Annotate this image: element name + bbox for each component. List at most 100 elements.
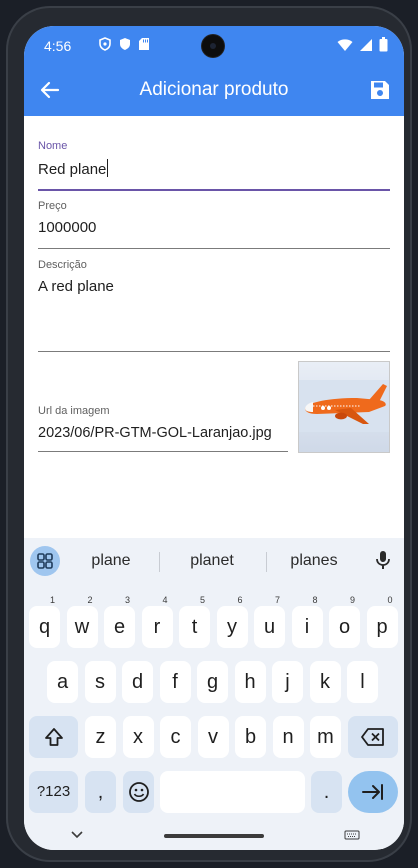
key-p[interactable]: p0 [366,595,398,648]
status-time: 4:56 [44,38,72,54]
page-title: Adicionar produto [139,79,289,100]
suggestion-divider [266,552,267,572]
key-label: y [227,616,237,638]
key-d[interactable]: d [122,661,153,703]
key-label: e [113,616,126,638]
key-h[interactable]: h [234,661,266,703]
front-camera [202,35,224,57]
sd-card-icon [139,38,149,50]
grid-icon [37,553,53,569]
suggestion-1[interactable]: plane [66,552,156,570]
price-label: Preço [38,200,67,212]
key-f[interactable]: f [159,661,191,703]
key-q[interactable]: q1 [29,595,60,648]
emoji-key[interactable] [123,771,154,813]
image-url-input[interactable]: 2023/06/PR-GTM-GOL-Laranjao.jpg [38,425,288,441]
key-o[interactable]: o9 [329,595,360,648]
product-image-preview [298,361,390,453]
shift-icon [44,728,63,746]
key-label: r [153,616,161,638]
backspace-icon [361,728,384,746]
key-label: q [38,616,51,638]
phone-frame: 4:56 Adicionar produto Nome Red plane Pr… [6,6,412,862]
key-label: p [376,616,388,638]
key-w[interactable]: w2 [66,595,98,648]
wifi-icon [337,38,353,51]
space-key[interactable] [160,771,305,813]
screen: 4:56 Adicionar produto Nome Red plane Pr… [24,26,404,850]
text-cursor [107,159,109,177]
price-input[interactable]: 1000000 [38,219,390,236]
shift-key[interactable] [29,716,78,758]
key-label: w [74,616,90,638]
key-s[interactable]: s [84,661,116,703]
navigation-bar [24,826,404,850]
key-c[interactable]: c [160,716,191,758]
key-label: t [191,616,198,638]
status-system-icons [337,37,388,52]
key-number-hint: 6 [237,595,243,605]
description-underline [38,351,390,352]
description-input[interactable]: A red plane [38,278,390,295]
key-label: o [338,616,351,638]
emoji-icon [128,782,149,802]
description-field[interactable]: Descrição A red plane [38,259,390,353]
price-field[interactable]: Preço 1000000 [38,200,390,250]
backspace-key[interactable] [348,716,398,758]
key-x[interactable]: x [122,716,154,758]
status-notification-icons [98,37,150,51]
shield-icon [120,38,130,50]
key-r[interactable]: r4 [141,595,173,648]
keyboard-menu-button[interactable] [30,546,60,576]
price-underline [38,248,390,249]
key-y[interactable]: y6 [216,595,248,648]
gesture-handle[interactable] [164,834,264,838]
image-url-field[interactable]: Url da imagem 2023/06/PR-GTM-GOL-Laranja… [38,405,288,453]
key-b[interactable]: b [235,716,266,758]
key-label: u [263,616,276,638]
keyboard-switch-icon[interactable] [344,830,360,840]
key-a[interactable]: a [47,661,78,703]
enter-key[interactable] [348,771,398,813]
vpn-shield-icon [99,37,111,51]
key-n[interactable]: n [272,716,304,758]
name-input[interactable]: Red plane [38,161,106,178]
key-e[interactable]: e3 [104,595,135,648]
suggestion-2[interactable]: planet [167,552,257,570]
suggestion-strip: plane planet planes [24,538,404,578]
key-number-hint: 7 [274,595,280,605]
name-label: Nome [38,140,68,152]
key-m[interactable]: m [310,716,341,758]
key-number-hint: 4 [162,595,168,605]
symbols-key[interactable]: ?123 [29,771,78,813]
battery-icon [379,37,388,52]
name-field[interactable]: Nome Red plane [38,140,390,192]
signal-icon [360,38,372,51]
hide-keyboard-chevron-icon[interactable] [70,830,84,840]
key-u[interactable]: u7 [254,595,285,648]
key-number-hint: 8 [312,595,318,605]
key-t[interactable]: t5 [179,595,210,648]
airplane-photo [299,362,389,452]
suggestion-3[interactable]: planes [269,552,359,570]
soft-keyboard: plane planet planes q1w2e3r4t5y6u7i8o9p0… [24,538,404,850]
key-number-hint: 9 [349,595,355,605]
image-url-label: Url da imagem [38,405,110,417]
microphone-icon[interactable] [372,549,394,571]
comma-key[interactable]: , [85,771,116,813]
key-j[interactable]: j [272,661,303,703]
period-key[interactable]: . [311,771,342,813]
save-icon[interactable] [368,78,392,102]
key-z[interactable]: z [85,716,116,758]
key-i[interactable]: i8 [291,595,323,648]
key-g[interactable]: g [197,661,228,703]
name-underline [38,189,390,191]
suggestion-divider [159,552,160,572]
description-label: Descrição [38,259,87,271]
app-bar: Adicionar produto [24,64,404,116]
key-l[interactable]: l [347,661,378,703]
key-number-hint: 3 [124,595,130,605]
key-k[interactable]: k [309,661,341,703]
key-v[interactable]: v [197,716,229,758]
key-number-hint: 5 [199,595,205,605]
